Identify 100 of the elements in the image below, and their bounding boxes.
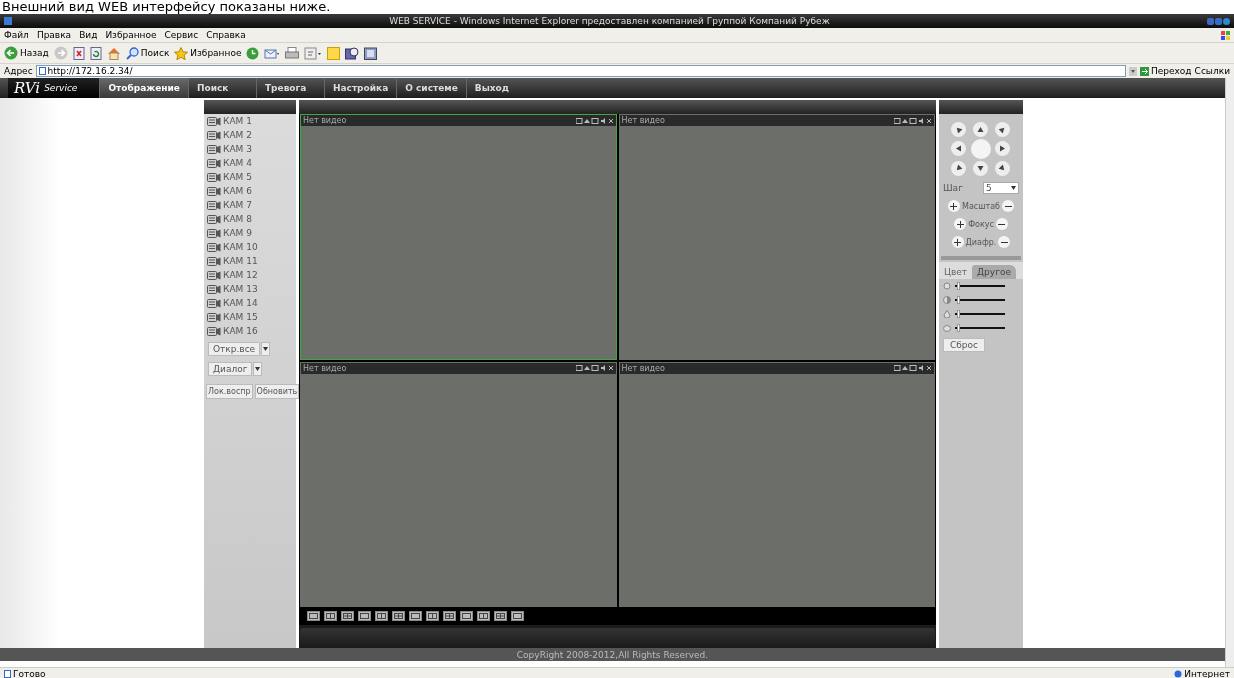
arrow-icon [1140,66,1149,76]
windows-logo-icon [1221,30,1230,40]
layout-button[interactable] [477,611,490,621]
links-label[interactable]: Ссылки [1194,66,1230,76]
caret-icon [263,347,269,351]
toolbar-button[interactable]: Поиск [125,46,170,60]
menu-item[interactable]: Файл [4,30,29,40]
reset-button[interactable]: Сброс [943,338,985,352]
dropdown-arrow-button[interactable] [261,342,271,356]
slider-thumb[interactable] [956,324,960,332]
nav-tab[interactable]: Отображение [99,78,188,98]
camera-item[interactable]: КАМ 7 [204,198,258,212]
camera-item[interactable]: КАМ 14 [204,296,264,310]
layout-button[interactable] [358,611,371,621]
layout-button[interactable] [460,611,473,621]
dropdown-button[interactable]: Откр.все [208,342,261,356]
camera-item[interactable]: КАМ 8 [204,212,258,226]
camera-item[interactable]: КАМ 1 [204,114,258,128]
camera-icon [207,228,221,238]
layout-icon [513,613,522,619]
camera-item[interactable]: КАМ 12 [204,268,264,282]
address-field[interactable]: http://172.16.2.34/ [35,65,1126,77]
plus-button[interactable] [954,218,967,230]
layout-button[interactable] [443,611,456,621]
menu-item[interactable]: Правка [36,30,72,40]
layout-button[interactable] [511,611,524,621]
camera-item[interactable]: КАМ 9 [204,226,258,240]
video-pane[interactable]: Нет видео [618,114,935,360]
menu-item[interactable]: Сервис [164,30,199,40]
toolbar-button[interactable]: Избранное [174,46,242,60]
panel-tab[interactable]: Другое [972,265,1016,279]
video-pane[interactable]: Нет видео [618,361,935,607]
logo: RVi Service [8,78,100,98]
ptz-arrow-button[interactable] [995,141,1010,156]
address-label: Адрес [4,66,33,76]
video-pane[interactable]: Нет видео [300,114,617,360]
scrollbar[interactable] [1225,78,1234,667]
camera-item[interactable]: КАМ 11 [204,254,264,268]
ptz-arrow-button[interactable] [951,122,966,137]
plus-icon [956,220,964,228]
layout-icon [360,613,369,619]
dropdown-button[interactable]: Диалог [208,362,253,376]
camera-item[interactable]: КАМ 5 [204,170,258,184]
camera-item[interactable]: КАМ 3 [204,142,258,156]
dropdown-arrow-button[interactable] [253,362,263,376]
camera-item[interactable]: КАМ 2 [204,128,258,142]
go-button[interactable]: Переход [1140,66,1192,76]
layout-button[interactable] [375,611,388,621]
ptz-arrow-button[interactable] [951,161,966,176]
slider-thumb[interactable] [956,310,960,318]
camera-item[interactable]: КАМ 13 [204,282,264,296]
toolbar-button[interactable]: Назад [4,46,49,60]
camera-item[interactable]: КАМ 15 [204,310,264,324]
camera-item[interactable]: КАМ 4 [204,156,258,170]
ie-icon [4,17,12,25]
layout-icon [377,613,386,619]
layout-button[interactable] [307,611,320,621]
layout-button[interactable] [494,611,507,621]
camera-icon [207,298,221,308]
maximize-icon[interactable] [1215,17,1222,25]
camera-icon [207,186,221,196]
layout-button[interactable] [324,611,337,621]
slider-thumb[interactable] [956,296,960,304]
ptz-arrow-button[interactable] [995,122,1010,137]
minus-button[interactable] [998,236,1011,248]
layout-button[interactable] [392,611,405,621]
pane-controls-icon[interactable] [894,365,932,371]
layout-icon [445,613,454,619]
camera-item[interactable]: КАМ 6 [204,184,258,198]
menu-item[interactable]: Вид [79,30,98,40]
layout-button[interactable] [409,611,422,621]
panel-tab[interactable]: Цвет [939,265,973,279]
pane-controls-icon[interactable] [575,117,614,124]
minus-button[interactable] [1002,200,1014,212]
video-pane[interactable]: Нет видео [300,361,617,607]
plus-button[interactable] [951,236,964,248]
pane-controls-icon[interactable] [894,117,932,124]
camera-item[interactable]: КАМ 10 [204,240,264,254]
ptz-arrow-button[interactable] [951,141,966,156]
menu-item[interactable]: Избранное [105,30,157,40]
ptz-arrow-button[interactable] [973,161,988,176]
camera-item[interactable]: КАМ 16 [204,324,264,338]
layout-button[interactable] [426,611,439,621]
minus-button[interactable] [995,218,1008,230]
menu-item[interactable]: Справка [206,30,246,40]
layout-icon [428,613,437,619]
dropdown-icon[interactable] [1129,66,1137,76]
close-icon[interactable] [1223,17,1230,25]
ptz-arrow-button[interactable] [995,161,1010,176]
step-select[interactable]: 5 [983,182,1019,194]
panel-button[interactable]: Лок.воспр [206,384,253,399]
layout-button[interactable] [341,611,354,621]
slider-thumb[interactable] [956,282,960,290]
camera-icon [207,312,221,322]
plus-button[interactable] [948,200,960,212]
minimize-icon[interactable] [1207,17,1214,25]
ptz-arrow-button[interactable] [973,122,988,137]
panel-button[interactable]: Обновить [254,384,300,399]
layout-icon [462,613,471,619]
pane-controls-icon[interactable] [575,365,614,371]
